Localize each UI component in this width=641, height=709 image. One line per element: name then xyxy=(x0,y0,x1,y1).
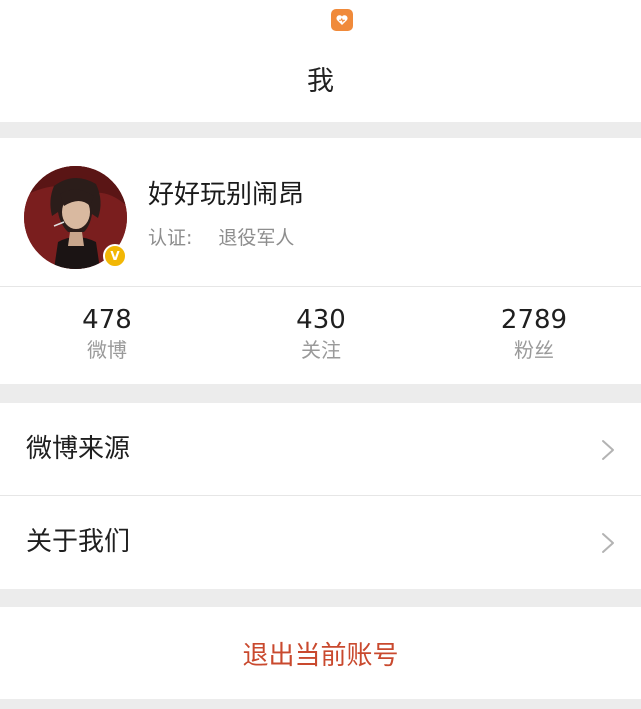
divider xyxy=(0,286,641,287)
menu-item-label: 关于我们 xyxy=(26,527,131,557)
logout-section: 退出当前账号 xyxy=(0,607,641,699)
stat-weibo[interactable]: 478 微博 xyxy=(0,304,214,364)
stat-count: 478 xyxy=(82,305,132,335)
menu-item-label: 微博来源 xyxy=(26,434,131,464)
stat-count: 430 xyxy=(296,305,346,335)
chevron-right-icon xyxy=(602,440,614,460)
stat-following[interactable]: 430 关注 xyxy=(214,304,428,364)
menu-list: 微博来源 关于我们 xyxy=(0,403,641,589)
verified-badge-icon: V xyxy=(103,244,127,268)
stat-label: 微博 xyxy=(87,338,127,362)
verify-label: 认证: xyxy=(148,227,193,249)
top-header: 我 xyxy=(0,0,641,122)
page-title: 我 xyxy=(307,66,334,97)
menu-item-about-us[interactable]: 关于我们 xyxy=(0,496,641,588)
menu-item-weibo-source[interactable]: 微博来源 xyxy=(0,403,641,496)
stat-label: 粉丝 xyxy=(514,338,554,362)
stat-label: 关注 xyxy=(301,338,341,362)
heart-chat-icon xyxy=(331,9,353,31)
verify-value: 退役军人 xyxy=(218,227,295,249)
stat-followers[interactable]: 2789 粉丝 xyxy=(427,304,641,364)
chevron-right-icon xyxy=(602,533,614,553)
verification-row: 认证: 退役军人 xyxy=(148,225,294,251)
profile-card: V 好好玩别闹昂 认证: 退役军人 478 微博 430 关注 2789 粉丝 xyxy=(0,138,641,384)
logout-button[interactable]: 退出当前账号 xyxy=(0,607,641,699)
username: 好好玩别闹昂 xyxy=(148,180,305,210)
stat-count: 2789 xyxy=(500,305,568,335)
